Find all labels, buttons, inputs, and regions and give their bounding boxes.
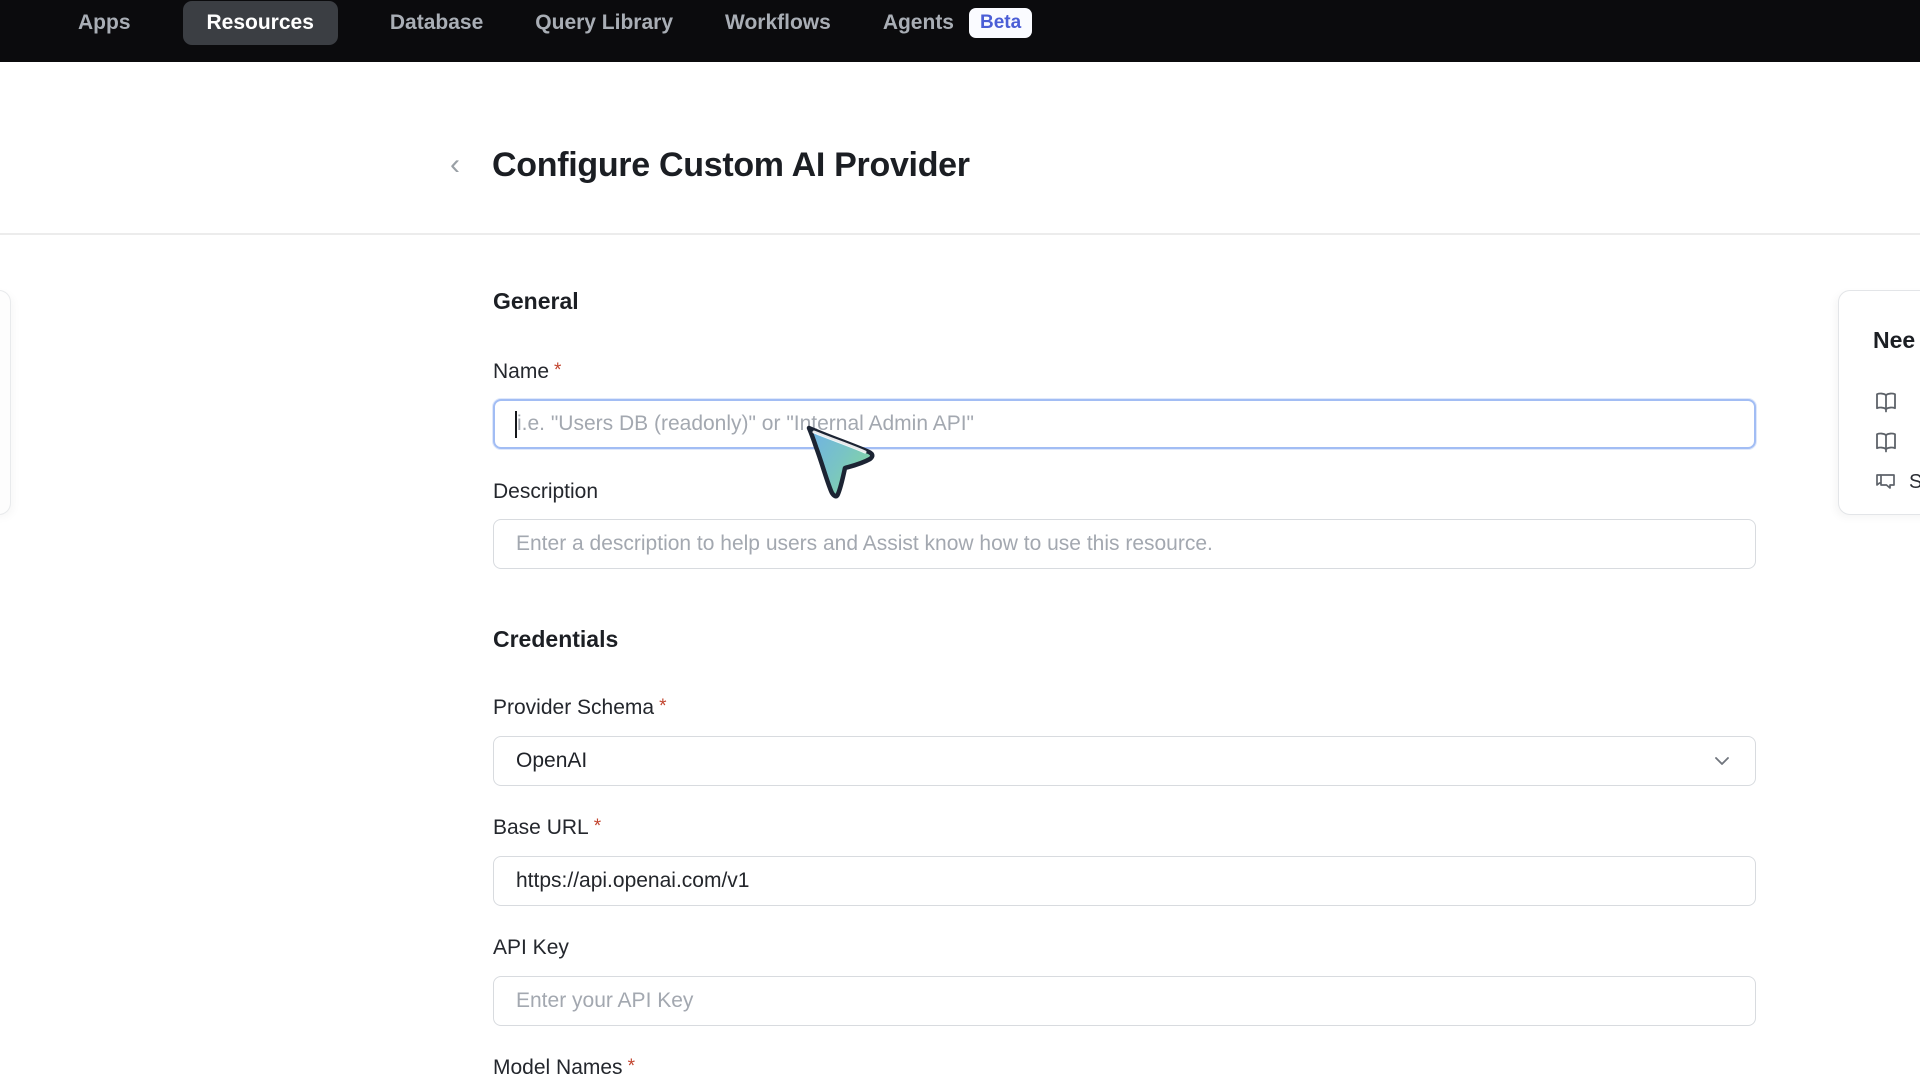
beta-badge: Beta [969, 8, 1032, 39]
header-divider [0, 233, 1920, 235]
required-asterisk: * [659, 696, 666, 717]
base-url-input[interactable] [493, 856, 1756, 906]
book-open-icon [1873, 389, 1899, 415]
required-asterisk: * [628, 1056, 635, 1077]
description-label: Description [493, 480, 598, 504]
nav-item-apps[interactable]: Apps [78, 11, 131, 35]
name-label: Name* [493, 360, 561, 384]
nav-item-agents[interactable]: Agents Beta [883, 8, 1032, 39]
chevron-down-icon [1711, 750, 1733, 772]
section-heading-general: General [493, 288, 579, 315]
required-asterisk: * [554, 360, 561, 381]
provider-schema-label: Provider Schema* [493, 696, 666, 720]
help-link-label: S [1909, 471, 1920, 494]
nav-item-resources[interactable]: Resources [183, 1, 338, 45]
description-input[interactable] [493, 519, 1756, 569]
help-link-docs-1[interactable] [1873, 382, 1920, 422]
required-asterisk: * [594, 816, 601, 837]
nav-item-database[interactable]: Database [390, 11, 483, 35]
chat-bubbles-icon [1873, 470, 1897, 494]
top-nav-bar: Apps Resources Database Query Library Wo… [0, 0, 1920, 62]
book-open-icon [1873, 429, 1899, 455]
text-caret [515, 411, 517, 438]
back-button[interactable]: ‹ [450, 150, 460, 180]
left-panel-edge [0, 290, 11, 515]
chevron-left-icon: ‹ [450, 148, 460, 181]
help-link-support[interactable]: S [1873, 462, 1920, 502]
nav-item-workflows[interactable]: Workflows [725, 11, 831, 35]
model-names-label: Model Names* [493, 1056, 635, 1080]
provider-schema-value: OpenAI [516, 749, 587, 773]
help-panel-heading: Nee [1873, 327, 1920, 354]
nav-items: Apps Resources Database Query Library Wo… [78, 0, 1032, 46]
name-input[interactable] [493, 399, 1756, 449]
page-title: Configure Custom AI Provider [492, 146, 970, 185]
api-key-input[interactable] [493, 976, 1756, 1026]
nav-item-agents-label: Agents [883, 11, 954, 35]
section-heading-credentials: Credentials [493, 626, 618, 653]
help-panel: Nee S [1838, 290, 1920, 515]
api-key-label: API Key [493, 936, 569, 960]
nav-item-query-library[interactable]: Query Library [535, 11, 673, 35]
base-url-label: Base URL* [493, 816, 601, 840]
help-link-docs-2[interactable] [1873, 422, 1920, 462]
provider-schema-select[interactable]: OpenAI [493, 736, 1756, 786]
